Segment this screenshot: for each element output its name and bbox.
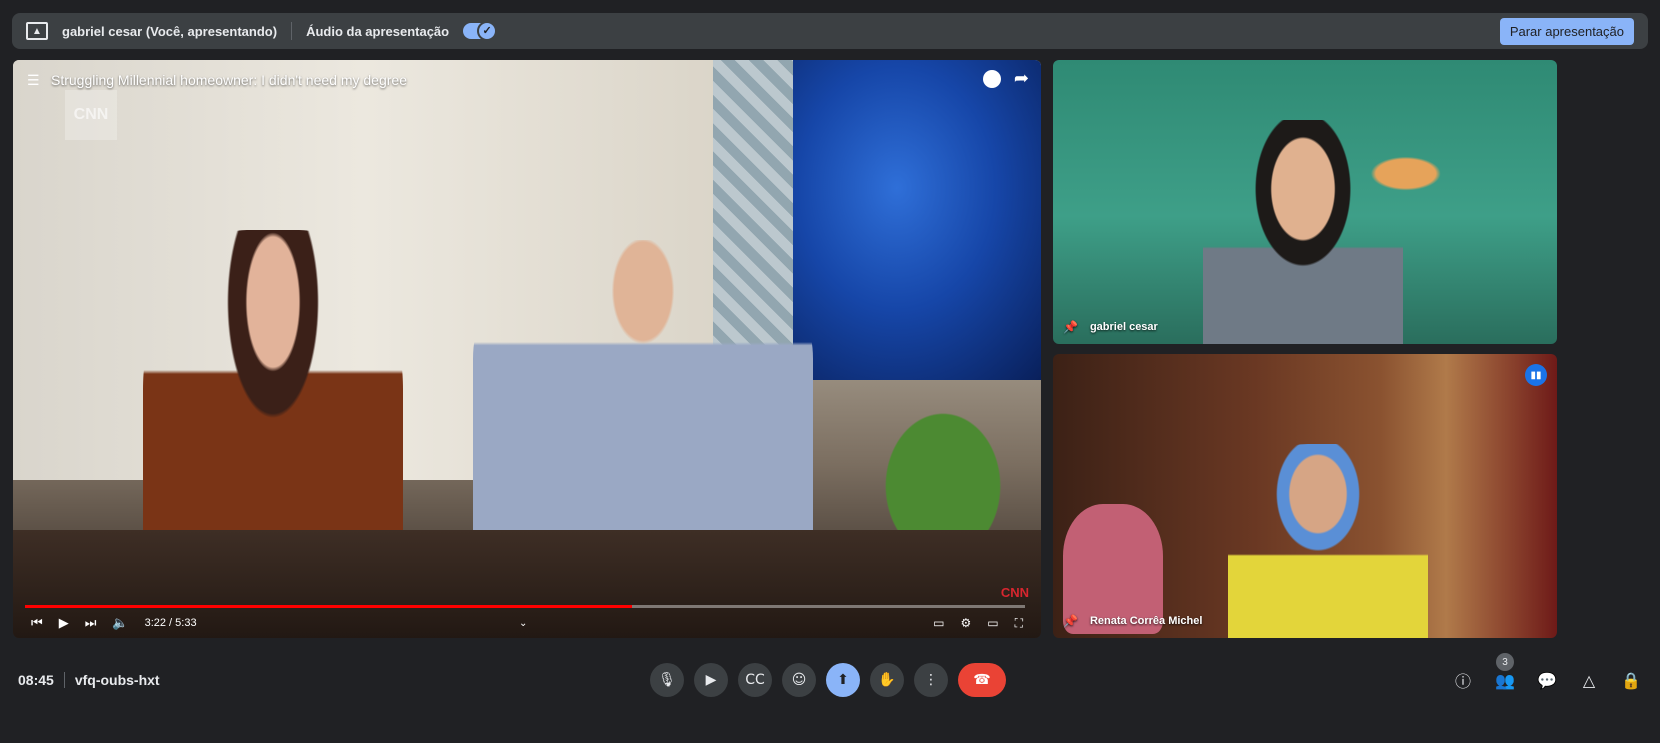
call-controls: 🎙 ▶ CC ☺ ⬆ ✋ ⋮ ☎ (650, 663, 1006, 697)
stop-presenting-button[interactable]: Parar apresentação (1499, 17, 1634, 45)
video-scene-man (473, 240, 813, 580)
video-controls: ⏮ ▶ ⏭ 🔈 3:22 / 5:33 ⌄ ▭ ⚙ ▭ ⛶ (13, 608, 1041, 638)
video-scene-plant (843, 360, 1041, 540)
participant-tile-gabriel[interactable]: 📌 gabriel cesar (1053, 60, 1557, 344)
cnn-logo: CNN (1000, 585, 1029, 600)
info-icon: ⓘ (1454, 672, 1471, 691)
meeting-info: 08:45 vfq-oubs-hxt (18, 672, 160, 688)
camera-button[interactable]: ▶ (694, 663, 728, 697)
pin-icon[interactable]: 📌 (1063, 320, 1078, 334)
presentation-bar: ▲ gabriel cesar (Você, apresentando) Áud… (12, 13, 1648, 49)
participant-video (1228, 444, 1428, 638)
chat-button[interactable]: 💬 (1536, 669, 1558, 691)
video-title[interactable]: Struggling Millennial homeowner: I didn'… (51, 72, 407, 88)
watch-later-icon[interactable] (983, 70, 1001, 88)
divider (63, 672, 65, 688)
side-panel-controls: ⓘ 3 👥 💬 △ 🔒 (1452, 653, 1642, 691)
microphone-button[interactable]: 🎙 (650, 663, 684, 697)
next-icon[interactable]: ⏭ (85, 615, 97, 631)
chevron-down-icon[interactable]: ⌄ (519, 618, 527, 629)
leave-call-button[interactable]: ☎ (958, 663, 1006, 697)
people-count-badge: 3 (1496, 653, 1514, 671)
divider (291, 22, 293, 40)
chat-icon: 💬 (1537, 670, 1557, 690)
video-right-controls: ▭ ⚙ ▭ ⛶ (933, 616, 1023, 631)
captions-icon: CC (745, 672, 765, 688)
volume-icon[interactable]: 🔈 (112, 615, 128, 631)
presented-video[interactable]: ☰ Struggling Millennial homeowner: I did… (13, 60, 1041, 638)
present-button[interactable]: ⬆ (826, 663, 860, 697)
participant-name-tag: 📌 Renata Corrêa Michel (1063, 614, 1202, 628)
more-vert-icon: ⋮ (924, 672, 938, 688)
meeting-details-button[interactable]: ⓘ (1452, 669, 1474, 691)
subtitles-icon[interactable]: ▭ (933, 616, 944, 631)
video-time: 3:22 / 5:33 (144, 617, 197, 629)
phone-hangup-icon: ☎ (973, 672, 991, 688)
previous-icon[interactable]: ⏮ (31, 615, 43, 631)
presenter-label: gabriel cesar (Você, apresentando) (62, 23, 278, 39)
captions-button[interactable]: CC (738, 663, 772, 697)
cast-icon[interactable]: ▭ (987, 616, 998, 631)
meeting-clock: 08:45 (18, 672, 54, 688)
lock-person-icon: 🔒 (1621, 670, 1641, 690)
meeting-code: vfq-oubs-hxt (74, 672, 160, 688)
present-screen-icon: ▲ (26, 22, 48, 40)
speaking-indicator-icon: ▮▮ (1525, 364, 1547, 386)
host-controls-button[interactable]: 🔒 (1620, 669, 1642, 691)
camera-icon: ▶ (705, 672, 717, 688)
people-icon: 👥 (1495, 670, 1515, 690)
pin-icon[interactable]: 📌 (1063, 614, 1078, 628)
shapes-icon: △ (1582, 670, 1596, 690)
presentation-audio-toggle[interactable]: ✓ (463, 21, 498, 41)
present-screen-icon: ⬆ (837, 672, 849, 688)
presentation-audio-label: Áudio da apresentação (306, 23, 450, 39)
participant-tile-renata[interactable]: ▮▮ 📌 Renata Corrêa Michel (1053, 354, 1557, 638)
playlist-icon[interactable]: ☰ (27, 72, 40, 89)
check-icon: ✓ (477, 21, 498, 41)
play-icon[interactable]: ▶ (59, 615, 69, 631)
share-icon[interactable]: ➦ (1014, 68, 1029, 89)
activities-button[interactable]: △ (1578, 669, 1600, 691)
channel-watermark[interactable]: CNN (65, 90, 117, 140)
people-button[interactable]: 3 👥 (1494, 653, 1516, 691)
microphone-icon: 🎙 (658, 672, 676, 688)
fullscreen-icon[interactable]: ⛶ (1015, 616, 1023, 631)
raise-hand-button[interactable]: ✋ (870, 663, 904, 697)
emoji-icon: ☺ (791, 672, 807, 688)
hand-icon: ✋ (878, 672, 896, 688)
video-scene-window (793, 60, 1041, 380)
participant-video (1203, 120, 1403, 344)
participant-name: Renata Corrêa Michel (1089, 615, 1203, 627)
participant-name: gabriel cesar (1089, 321, 1158, 333)
settings-icon[interactable]: ⚙ (960, 616, 971, 631)
emoji-button[interactable]: ☺ (782, 663, 816, 697)
more-options-button[interactable]: ⋮ (914, 663, 948, 697)
participant-name-tag: 📌 gabriel cesar (1063, 320, 1158, 334)
meeting-controls-bar: 08:45 vfq-oubs-hxt 🎙 ▶ CC ☺ ⬆ ✋ ⋮ ☎ ⓘ 3 … (0, 650, 1660, 710)
